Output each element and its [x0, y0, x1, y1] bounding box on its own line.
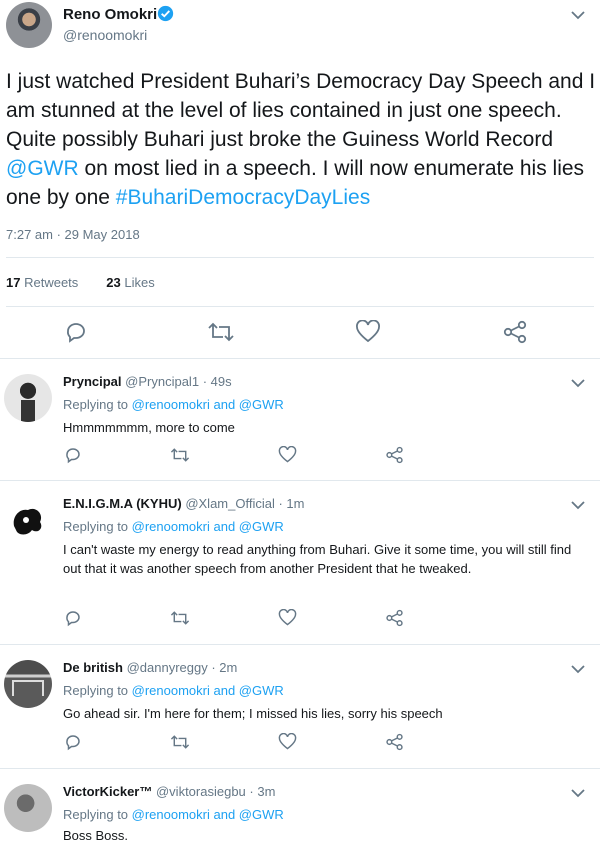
reply-author-handle[interactable]: @Xlam_Official [185, 496, 275, 511]
replying-to: Replying to @renoomokri and @GWR [63, 519, 284, 534]
reply-icon[interactable] [64, 320, 88, 344]
reply-icon[interactable] [64, 609, 82, 627]
reply-text: Hmmmmmmm, more to come [63, 420, 235, 435]
reply-header: VictorKicker™ @viktorasiegbu · 3m [63, 784, 275, 799]
likes-stat[interactable]: 23 Likes [106, 275, 154, 290]
tweet-thread: Reno Omokri @renoomokri I just watched P… [0, 0, 600, 849]
replying-to-links[interactable]: @renoomokri and @GWR [132, 807, 284, 822]
reply-author-name[interactable]: Pryncipal [63, 374, 122, 389]
retweets-count: 17 [6, 275, 21, 290]
avatar[interactable] [4, 784, 52, 832]
replying-to-links[interactable]: @renoomokri and @GWR [132, 519, 284, 534]
replying-to-links[interactable]: @renoomokri and @GWR [132, 397, 284, 412]
likes-label: Likes [124, 275, 155, 290]
tweet-timestamp[interactable]: 7:27 am · 29 May 2018 [6, 227, 140, 242]
heart-icon[interactable] [278, 609, 297, 627]
avatar[interactable] [4, 496, 52, 544]
replying-to: Replying to @renoomokri and @GWR [63, 683, 284, 698]
hashtag-link[interactable]: #BuhariDemocracyDayLies [116, 186, 370, 209]
author-name[interactable]: Reno Omokri [63, 6, 157, 23]
reply-text: Go ahead sir. I'm here for them; I misse… [63, 706, 443, 721]
replying-to-prefix: Replying to [63, 683, 132, 698]
reply-icon[interactable] [64, 733, 82, 751]
replying-to-prefix: Replying to [63, 397, 132, 412]
reply-tweet[interactable]: De british @dannyreggy · 2m Replying to … [0, 644, 600, 768]
retweet-icon[interactable] [170, 609, 190, 627]
reply-tweet[interactable]: VictorKicker™ @viktorasiegbu · 3m Replyi… [0, 768, 600, 849]
replying-to-prefix: Replying to [63, 519, 132, 534]
share-icon[interactable] [385, 609, 404, 627]
reply-author-handle[interactable]: @Pryncipal1 [125, 374, 199, 389]
divider [6, 306, 594, 307]
reply-text: Boss Boss. [63, 828, 129, 843]
retweet-icon[interactable] [170, 446, 190, 464]
avatar[interactable] [4, 374, 52, 422]
replying-to: Replying to @renoomokri and @GWR [63, 807, 284, 822]
mention-link[interactable]: @GWR [6, 157, 79, 180]
retweet-icon[interactable] [170, 733, 190, 751]
heart-icon[interactable] [278, 446, 297, 464]
reply-header: E.N.I.G.M.A (KYHU) @Xlam_Official · 1m [63, 496, 304, 511]
reply-header: Pryncipal @Pryncipal1 · 49s [63, 374, 232, 389]
replying-to-links[interactable]: @renoomokri and @GWR [132, 683, 284, 698]
reply-time[interactable]: · 1m [278, 496, 304, 511]
chevron-down-icon[interactable] [570, 788, 586, 798]
tweet-stats: 17 Retweets 23 Likes [6, 275, 155, 290]
chevron-down-icon[interactable] [570, 378, 586, 388]
tweet-text-part: I just watched President Buhari’s Democr… [6, 70, 596, 151]
retweets-label: Retweets [24, 275, 79, 290]
reply-time[interactable]: · 49s [203, 374, 232, 389]
replying-to-prefix: Replying to [63, 807, 132, 822]
avatar-silhouette-icon [13, 508, 42, 535]
reply-author-handle[interactable]: @viktorasiegbu [156, 784, 246, 799]
reply-author-handle[interactable]: @dannyreggy [127, 660, 208, 675]
share-icon[interactable] [385, 733, 404, 751]
verified-badge-icon [157, 5, 174, 22]
reply-time[interactable]: · 2m [211, 660, 237, 675]
share-icon[interactable] [385, 446, 404, 464]
reply-time[interactable]: · 3m [249, 784, 275, 799]
reply-text: I can't waste my energy to read anything… [63, 542, 572, 576]
avatar[interactable] [6, 2, 52, 48]
main-tweet-header: Reno Omokri @renoomokri [0, 0, 600, 60]
reply-author-name[interactable]: De british [63, 660, 123, 675]
chevron-down-icon[interactable] [570, 500, 586, 510]
retweet-icon[interactable] [207, 320, 235, 344]
heart-icon[interactable] [278, 733, 297, 751]
author-handle[interactable]: @renoomokri [63, 27, 147, 43]
reply-tweet[interactable]: Pryncipal @Pryncipal1 · 49s Replying to … [0, 358, 600, 480]
divider [6, 257, 594, 258]
tweet-text: I just watched President Buhari’s Democr… [6, 67, 596, 212]
replying-to: Replying to @renoomokri and @GWR [63, 397, 284, 412]
likes-count: 23 [106, 275, 121, 290]
reply-author-name[interactable]: VictorKicker™ [63, 784, 152, 799]
share-icon[interactable] [502, 320, 528, 344]
retweets-stat[interactable]: 17 Retweets [6, 275, 78, 290]
reply-tweet[interactable]: E.N.I.G.M.A (KYHU) @Xlam_Official · 1m R… [0, 480, 600, 644]
chevron-down-icon[interactable] [570, 664, 586, 674]
heart-icon[interactable] [355, 320, 381, 344]
reply-author-name[interactable]: E.N.I.G.M.A (KYHU) [63, 496, 182, 511]
reply-icon[interactable] [64, 446, 82, 464]
reply-header: De british @dannyreggy · 2m [63, 660, 237, 675]
avatar[interactable] [4, 660, 52, 708]
chevron-down-icon[interactable] [570, 10, 586, 20]
